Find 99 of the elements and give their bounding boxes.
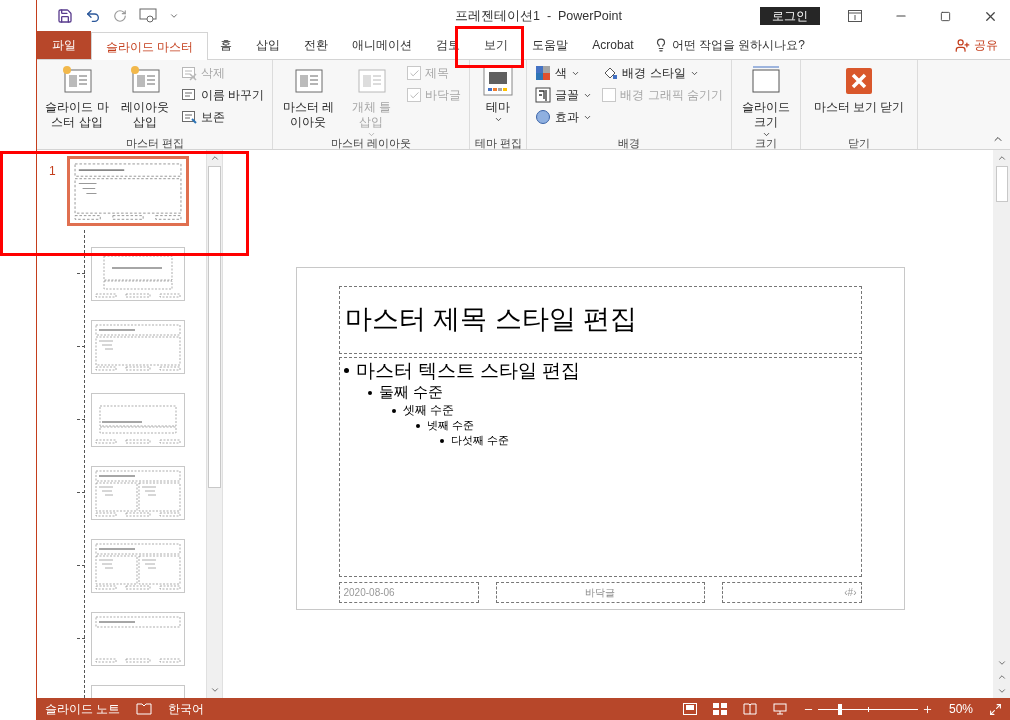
connector-line: [77, 419, 85, 420]
paint-bucket-icon: [602, 65, 619, 81]
rename-icon: [181, 87, 197, 103]
delete-icon: [181, 65, 197, 81]
connector-line: [77, 273, 85, 274]
redo-icon[interactable]: [113, 9, 127, 23]
zoom-in-icon[interactable]: [921, 703, 933, 715]
ribbon-tab[interactable]: 애니메이션: [340, 31, 425, 59]
ribbon-button[interactable]: 색: [531, 62, 597, 84]
ribbon-button[interactable]: 마스터 보기 닫기: [805, 60, 913, 137]
caret-icon: [366, 130, 376, 139]
maximize-icon[interactable]: [940, 10, 951, 22]
ribbon-button[interactable]: 배경 스타일: [598, 62, 727, 84]
content-placeholder[interactable]: 마스터 텍스트 스타일 편집 둘째 수준 셋째 수준 넷째 수준 다섯째 수준: [338, 356, 862, 577]
presenter-icon[interactable]: [772, 703, 787, 715]
fit-window-icon[interactable]: [989, 702, 1002, 716]
circle-icon: [535, 109, 552, 125]
number-text: ‹#›: [844, 585, 857, 600]
previous-slide-icon[interactable]: [996, 672, 1007, 682]
body-text: 둘째 수준: [378, 383, 443, 402]
body-text: 마스터 텍스트 스타일 편집: [355, 358, 581, 383]
slide-number: 1: [48, 163, 57, 180]
slide-thumbnail[interactable]: [91, 247, 185, 301]
scroll-up-icon[interactable]: [209, 153, 220, 163]
window-title: 프레젠테이션1 - PowerPoint: [454, 7, 623, 25]
connector-line: [77, 638, 85, 639]
body-text: 넷째 수준: [426, 419, 474, 433]
title-placeholder[interactable]: 마스터 제목 스타일 편집: [338, 285, 862, 354]
connector-line: [77, 565, 85, 566]
ribbon-button[interactable]: 효과: [531, 106, 597, 128]
zoom-level[interactable]: 50%: [948, 700, 973, 718]
footer-text: 바닥글: [585, 585, 615, 600]
caret-icon: [761, 130, 771, 139]
ribbon-display-icon[interactable]: [848, 10, 862, 22]
caret-icon: [493, 115, 503, 124]
footer-placeholder[interactable]: 바닥글: [495, 581, 705, 603]
slide-thumbnail[interactable]: [91, 393, 185, 447]
body-text: 다섯째 수준: [450, 433, 509, 448]
scroll-thumb[interactable]: [208, 166, 221, 488]
language-label[interactable]: 한국어: [168, 700, 205, 718]
ribbon-tab[interactable]: 홈: [208, 31, 245, 59]
ribbon-button[interactable]: 마스터 레이아웃: [277, 60, 340, 137]
save-icon[interactable]: [57, 8, 73, 24]
spell-check-icon[interactable]: [136, 702, 153, 716]
ribbon-tab[interactable]: 전환: [292, 31, 341, 59]
date-text: 2020-08-06: [343, 585, 395, 600]
scroll-down-icon[interactable]: [996, 658, 1007, 668]
slide-thumbnail[interactable]: [91, 466, 185, 520]
ribbon-tab[interactable]: 슬라이드 마스터: [91, 32, 209, 60]
ribbon-button[interactable]: 슬라이드 마스터 삽입: [41, 60, 113, 137]
slide-thumbnail[interactable]: [91, 320, 185, 374]
group-label: 테마 편집: [474, 137, 522, 149]
ribbon-button[interactable]: 글꼴: [531, 84, 597, 106]
share-button[interactable]: 공유: [943, 31, 1010, 59]
ribbon-button[interactable]: 이름 바꾸기: [177, 84, 269, 106]
person-plus-icon: [955, 37, 970, 53]
group-label: 마스터 편집: [125, 137, 184, 149]
connector-line: [77, 492, 85, 493]
pin-icon: [181, 109, 197, 125]
ribbon-tab[interactable]: 삽입: [244, 31, 293, 59]
group-label: 배경: [618, 137, 641, 149]
group-label: 크기: [755, 137, 777, 149]
font-icon: [535, 87, 552, 103]
ribbon-tab[interactable]: 도움말: [520, 31, 581, 59]
ribbon-button[interactable]: 레이아웃 삽입: [115, 60, 175, 137]
ribbon-tab[interactable]: Acrobat: [580, 31, 646, 59]
group-label: 마스터 레이아웃: [331, 137, 412, 149]
slide-thumbnail[interactable]: [67, 156, 189, 226]
connector-line: [77, 346, 85, 347]
zoom-thumb[interactable]: [837, 703, 842, 715]
check-icon: [408, 89, 420, 101]
slide-title: 마스터 제목 스타일 편집: [344, 303, 637, 337]
normal-view-icon[interactable]: [682, 703, 697, 715]
reading-view-icon[interactable]: [742, 703, 757, 715]
customize-icon[interactable]: [169, 11, 179, 21]
check-icon: [408, 67, 420, 79]
slideshow-icon[interactable]: [139, 8, 157, 24]
group-label: 닫기: [848, 137, 870, 149]
zoom-slider[interactable]: [817, 703, 918, 715]
ribbon-button[interactable]: 슬라이드 크기: [736, 60, 796, 137]
file-tab[interactable]: 파일: [37, 31, 91, 59]
scrollbar[interactable]: [206, 150, 222, 698]
scrollbar[interactable]: [993, 150, 1010, 698]
grid-view-icon[interactable]: [712, 703, 727, 715]
scroll-thumb[interactable]: [995, 166, 1008, 202]
login-button[interactable]: 로그인: [760, 7, 820, 25]
ribbon-tab[interactable]: 보기: [472, 31, 521, 59]
tell-me-field[interactable]: 어떤 작업을 원하시나요?: [671, 36, 806, 54]
slide-thumbnail[interactable]: [91, 612, 185, 666]
ribbon-button[interactable]: 테마: [474, 60, 523, 137]
scroll-down-icon[interactable]: [209, 685, 220, 695]
undo-icon[interactable]: [85, 8, 101, 24]
body-text: 셋째 수준: [402, 403, 454, 418]
notes-label[interactable]: 슬라이드 노트: [45, 700, 121, 718]
next-slide-icon[interactable]: [996, 686, 1007, 696]
color-grid-icon: [535, 65, 552, 81]
ribbon-button[interactable]: 보존: [177, 106, 269, 128]
scroll-up-icon[interactable]: [996, 153, 1007, 163]
slide-thumbnail[interactable]: [91, 539, 185, 593]
